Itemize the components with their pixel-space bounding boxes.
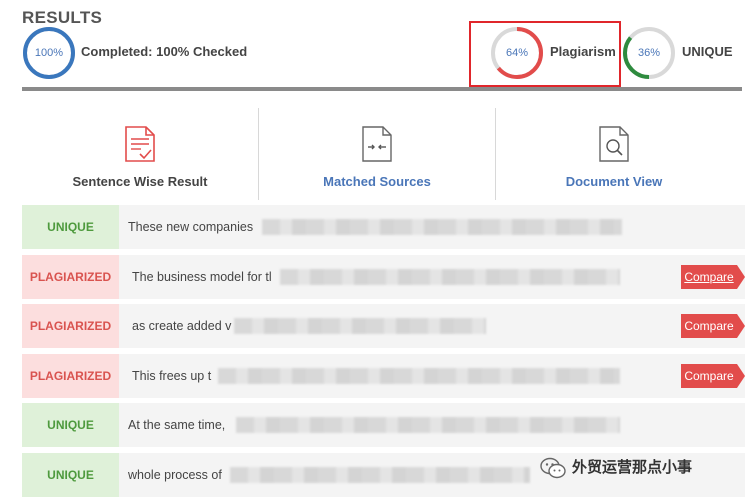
results-divider	[22, 87, 742, 91]
status-badge: UNIQUE	[22, 452, 119, 497]
tool-sentence-label: Sentence Wise Result	[72, 174, 208, 189]
completed-progress-ring: 100%	[22, 26, 76, 80]
watermark-text: 外贸运营那点小事	[572, 459, 693, 476]
redacted-text	[236, 417, 620, 434]
sentence-text: At the same time,	[128, 418, 226, 433]
compare-button[interactable]: Compare	[681, 363, 745, 388]
status-badge: UNIQUE	[22, 205, 119, 249]
status-badge: UNIQUE	[22, 403, 119, 448]
sentence-row: PLAGIARIZED The business model for tl Co…	[22, 254, 745, 299]
sentence-row: PLAGIARIZED This frees up t Compare	[22, 353, 745, 398]
tool-document-view[interactable]: Document View	[495, 108, 732, 200]
view-tools: Sentence Wise Result Matched Sources Doc…	[22, 108, 732, 200]
redacted-text	[230, 466, 530, 483]
compare-button[interactable]: Compare	[681, 314, 745, 339]
redacted-text	[262, 219, 622, 235]
document-arrows-icon	[362, 126, 392, 162]
completed-label: Completed: 100% Checked	[81, 44, 248, 59]
sentence-text: whole process of	[128, 467, 222, 482]
tool-matched-sources[interactable]: Matched Sources	[258, 108, 495, 200]
completed-percent: 100%	[34, 47, 64, 59]
watermark: 外贸运营那点小事	[540, 455, 692, 481]
unique-progress-ring: 36%	[622, 26, 676, 80]
document-search-icon	[599, 126, 629, 162]
wechat-icon	[540, 457, 566, 479]
sentence-text: This frees up t	[132, 368, 212, 383]
status-badge: PLAGIARIZED	[22, 304, 119, 349]
tool-matched-label: Matched Sources	[323, 174, 431, 189]
unique-percent: 36%	[637, 47, 661, 59]
redacted-text	[280, 268, 620, 285]
sentence-row: PLAGIARIZED as create added v Compare	[22, 304, 745, 349]
sentence-text: as create added v	[132, 319, 232, 334]
compare-button[interactable]: Compare	[681, 264, 745, 289]
results-title: RESULTS	[22, 8, 103, 27]
plagiarism-highlight-box	[469, 21, 621, 87]
sentence-text: These new companies	[128, 220, 254, 234]
sentence-row: UNIQUE These new companies	[22, 205, 745, 249]
tool-document-label: Document View	[565, 174, 663, 189]
sentence-text: The business model for tl	[132, 269, 272, 284]
redacted-text	[234, 318, 486, 335]
document-check-icon	[125, 126, 155, 162]
status-badge: PLAGIARIZED	[22, 353, 119, 398]
tool-sentence-wise-result[interactable]: Sentence Wise Result	[22, 108, 258, 200]
unique-label: UNIQUE	[682, 44, 733, 59]
status-badge: PLAGIARIZED	[22, 254, 119, 299]
redacted-text	[218, 367, 620, 384]
sentence-row: UNIQUE At the same time,	[22, 403, 745, 448]
